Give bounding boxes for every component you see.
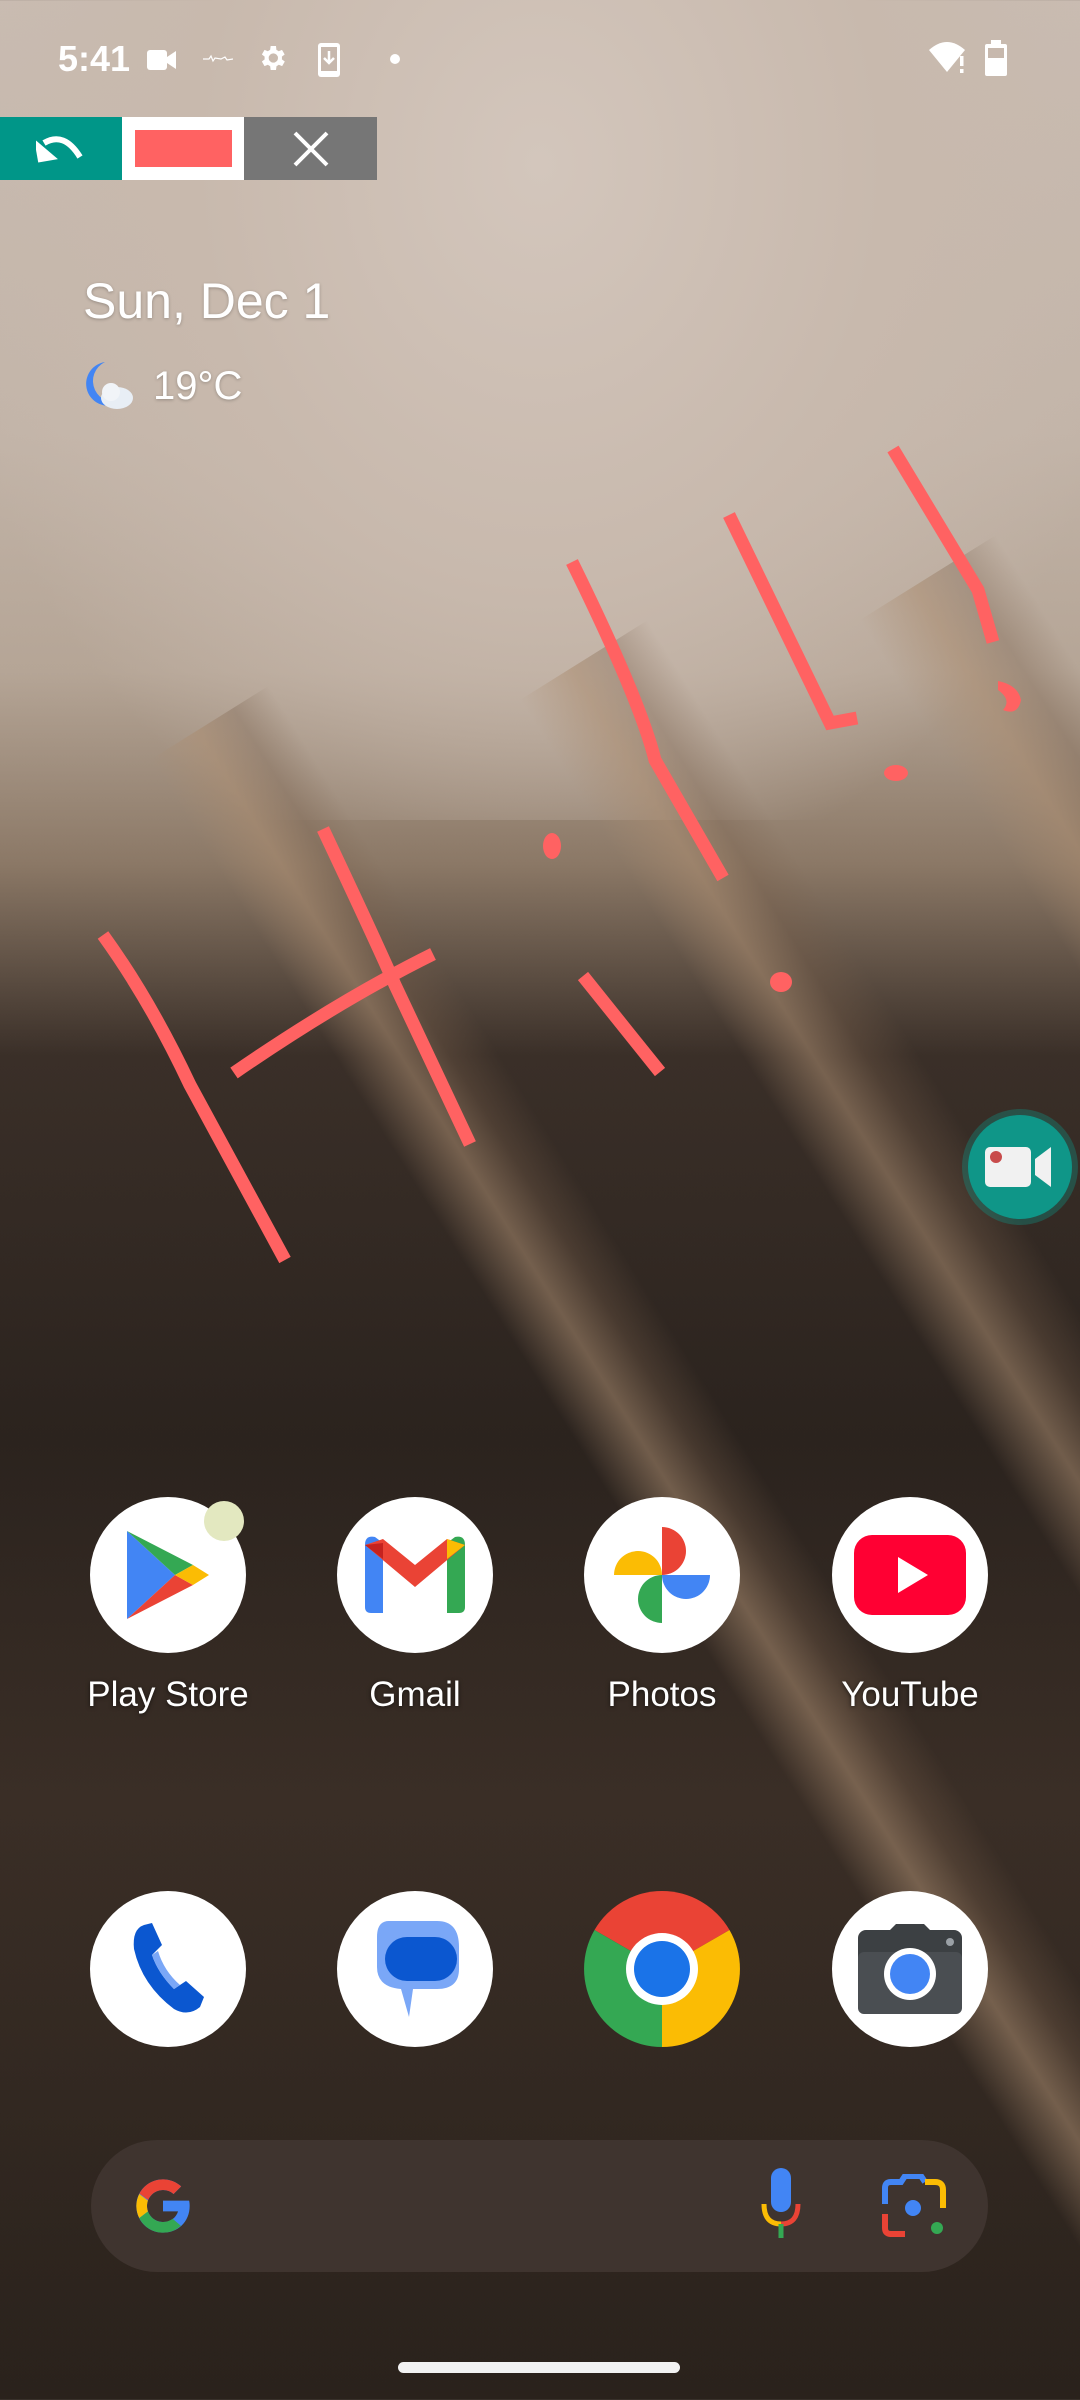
home-gesture-bar[interactable] xyxy=(398,2362,680,2373)
app-icon-container xyxy=(337,1497,493,1653)
app-icon-container xyxy=(584,1497,740,1653)
close-icon xyxy=(293,131,328,166)
status-bar: 5:41 xyxy=(0,0,1080,115)
app-play-store[interactable]: Play Store xyxy=(68,1497,268,1715)
undo-icon xyxy=(36,135,83,163)
app-label: Photos xyxy=(607,1675,717,1714)
color-picker-button[interactable] xyxy=(122,117,244,180)
close-drawing-button[interactable] xyxy=(244,117,377,180)
app-photos[interactable]: Photos xyxy=(562,1497,762,1715)
app-icon-container xyxy=(832,1891,988,2047)
microphone-icon[interactable] xyxy=(761,2168,801,2240)
phone-download-icon xyxy=(318,43,340,77)
google-search-bar[interactable] xyxy=(91,2140,988,2272)
floating-record-button[interactable] xyxy=(968,1115,1072,1219)
dock-phone[interactable] xyxy=(68,1891,268,2047)
settings-gear-icon xyxy=(261,46,285,70)
wifi-alert-icon xyxy=(929,42,965,73)
app-youtube[interactable]: YouTube xyxy=(810,1497,1010,1715)
video-record-icon xyxy=(985,1147,1051,1187)
at-a-glance-weather[interactable]: 19°C xyxy=(83,360,242,412)
at-a-glance-date[interactable]: Sun, Dec 1 xyxy=(83,272,330,330)
video-camera-icon xyxy=(147,50,176,70)
undo-button[interactable] xyxy=(0,117,122,180)
battery-icon xyxy=(985,40,1007,76)
play-store-icon xyxy=(127,1531,209,1619)
app-icon-container xyxy=(90,1497,246,1653)
google-lens-icon[interactable] xyxy=(881,2174,949,2238)
app-label: YouTube xyxy=(841,1675,979,1714)
messages-icon xyxy=(377,1921,459,2017)
moon-cloud-icon xyxy=(86,362,133,409)
color-swatch xyxy=(134,130,232,167)
app-label: Gmail xyxy=(369,1675,461,1714)
notification-dot-icon xyxy=(390,54,400,64)
draw-toolbar xyxy=(0,117,377,180)
app-label: Play Store xyxy=(87,1675,249,1714)
app-gmail[interactable]: Gmail xyxy=(315,1497,515,1715)
google-g-icon[interactable] xyxy=(131,2174,195,2238)
temperature-text: 19°C xyxy=(153,363,243,408)
youtube-icon xyxy=(854,1535,966,1615)
camera-icon xyxy=(858,1924,962,2014)
dock-chrome[interactable] xyxy=(562,1891,762,2047)
app-icon-container xyxy=(584,1891,740,2047)
signal-noise-icon xyxy=(203,54,233,63)
dock-messages[interactable] xyxy=(315,1891,515,2047)
photos-icon xyxy=(614,1527,710,1623)
app-icon-container xyxy=(337,1891,493,2047)
app-icon-container xyxy=(832,1497,988,1653)
gmail-icon xyxy=(365,1536,465,1613)
chrome-icon xyxy=(584,1891,740,2047)
phone-icon xyxy=(133,1923,204,2013)
status-time: 5:41 xyxy=(58,38,131,79)
notification-badge xyxy=(204,1501,244,1541)
app-icon-container xyxy=(90,1891,246,2047)
dock-camera[interactable] xyxy=(810,1891,1010,2047)
